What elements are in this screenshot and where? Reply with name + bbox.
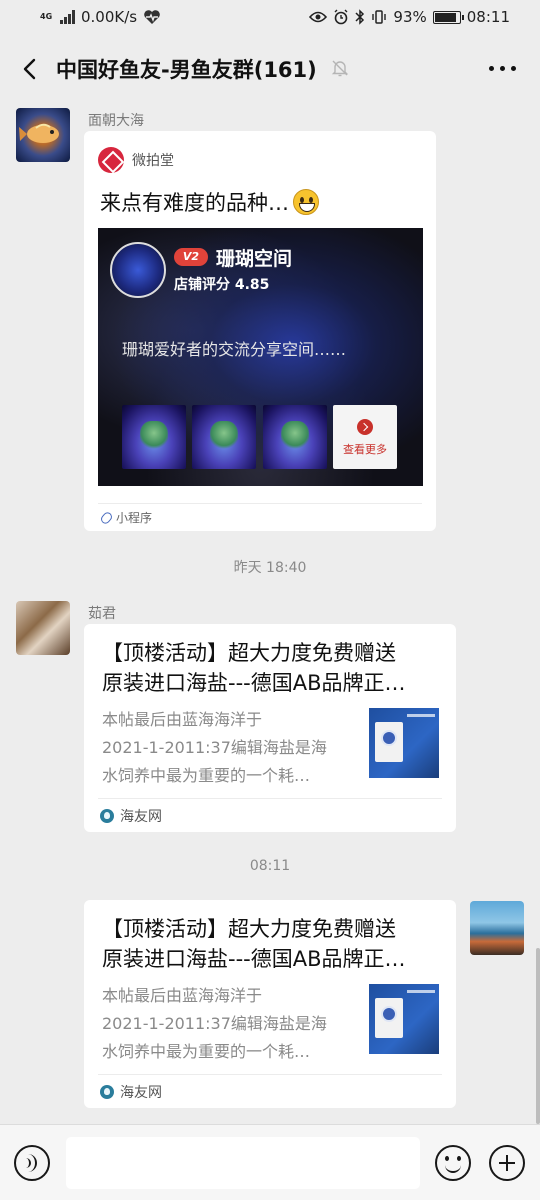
bluetooth-icon [355, 9, 365, 25]
vip-badge: V2 [174, 248, 208, 266]
avatar[interactable] [16, 108, 70, 162]
message-input[interactable] [66, 1137, 420, 1189]
shop-name: 珊瑚空间 [216, 248, 293, 270]
eye-icon [309, 11, 328, 23]
article-footer: 海友网 [100, 806, 162, 826]
my-avatar[interactable] [470, 901, 524, 955]
article-title-line: 【顶楼活动】超大力度免费赠送 [102, 917, 396, 941]
article-description: 本帖最后由蓝海海洋于 2021-1-2011:37编辑海盐是海 水饲养中最为重要… [102, 982, 352, 1066]
network-type-icon: 4G [40, 12, 53, 21]
article-desc-line: 水饲养中最为重要的一个耗… [102, 1042, 311, 1061]
mini-program-card[interactable]: 微拍堂 来点有难度的品种… V2 珊瑚空间 店铺评分 4.85 珊瑚爱好者的交流… [84, 131, 436, 531]
scrollbar[interactable] [536, 948, 540, 1124]
article-title-line: 【顶楼活动】超大力度免费赠送 [102, 641, 396, 665]
article-desc-line: 2021-1-2011:37编辑海盐是海 [102, 1014, 327, 1033]
article-desc-line: 水饲养中最为重要的一个耗… [102, 766, 311, 785]
shop-logo-icon [110, 242, 166, 298]
article-desc-line: 本帖最后由蓝海海洋于 [102, 986, 263, 1005]
coral-thumbnail[interactable] [263, 405, 327, 469]
chevron-right-icon [357, 419, 373, 435]
haiyouwang-logo-icon [100, 809, 114, 823]
heart-rate-icon [144, 10, 160, 24]
emoji-icon[interactable] [435, 1145, 471, 1181]
chat-title: 中国好鱼友-男鱼友群(161) [56, 58, 317, 82]
article-thumbnail [369, 708, 439, 778]
article-title: 【顶楼活动】超大力度免费赠送 原装进口海盐---德国AB品牌正… [102, 914, 438, 974]
article-card[interactable]: 【顶楼活动】超大力度免费赠送 原装进口海盐---德国AB品牌正… 本帖最后由蓝海… [84, 900, 456, 1108]
battery-icon [432, 10, 464, 24]
more-options-icon[interactable] [489, 66, 516, 71]
article-footer: 海友网 [100, 1082, 162, 1102]
clock: 08:11 [466, 8, 510, 26]
article-source: 海友网 [120, 1085, 162, 1101]
battery-percent: 93% [393, 8, 427, 26]
article-thumbnail [369, 984, 439, 1054]
mini-program-label: 小程序 [116, 511, 153, 525]
fish-photo-icon [19, 123, 59, 143]
article-desc-line: 2021-1-2011:37编辑海盐是海 [102, 738, 327, 757]
mini-program-source: 微拍堂 [132, 153, 174, 169]
mini-program-footer: 小程序 [100, 509, 152, 526]
shop-banner[interactable]: V2 珊瑚空间 店铺评分 4.85 珊瑚爱好者的交流分享空间…… 查看更多 [98, 228, 423, 486]
mini-program-title-text: 来点有难度的品种… [100, 191, 289, 215]
mute-bell-icon [331, 60, 349, 77]
coral-thumbnail[interactable] [192, 405, 256, 469]
see-more-label: 查看更多 [343, 443, 387, 456]
sender-name: 茹君 [88, 606, 116, 622]
input-bar [0, 1124, 540, 1200]
article-card[interactable]: 【顶楼活动】超大力度免费赠送 原装进口海盐---德国AB品牌正… 本帖最后由蓝海… [84, 624, 456, 832]
signal-icon [60, 10, 75, 24]
sender-name: 面朝大海 [88, 113, 144, 129]
haiyouwang-logo-icon [100, 1085, 114, 1099]
divider [98, 503, 422, 504]
network-speed: 0.00K/s [81, 8, 138, 26]
shop-rating: 店铺评分 4.85 [174, 277, 270, 293]
article-title-line: 原装进口海盐---德国AB品牌正… [102, 671, 406, 695]
shop-description: 珊瑚爱好者的交流分享空间…… [122, 340, 347, 359]
grinning-emoji-icon [293, 189, 319, 215]
vibrate-icon [372, 10, 387, 24]
back-arrow-icon[interactable] [16, 54, 46, 84]
coral-thumbnail[interactable] [122, 405, 186, 469]
voice-input-icon[interactable] [14, 1145, 50, 1181]
add-more-icon[interactable] [489, 1145, 525, 1181]
mini-program-icon [100, 512, 112, 524]
divider [98, 798, 442, 799]
mini-program-title: 来点有难度的品种… [100, 187, 319, 217]
article-desc-line: 本帖最后由蓝海海洋于 [102, 710, 263, 729]
article-title-line: 原装进口海盐---德国AB品牌正… [102, 947, 406, 971]
article-title: 【顶楼活动】超大力度免费赠送 原装进口海盐---德国AB品牌正… [102, 638, 438, 698]
status-bar: 4G 0.00K/s 93% 08:11 [0, 0, 540, 36]
message-timestamp: 08:11 [249, 858, 291, 874]
divider [98, 1074, 442, 1075]
avatar[interactable] [16, 601, 70, 655]
alarm-icon [334, 9, 348, 25]
article-source: 海友网 [120, 809, 162, 825]
article-description: 本帖最后由蓝海海洋于 2021-1-2011:37编辑海盐是海 水饲养中最为重要… [102, 706, 352, 790]
message-timestamp: 昨天 18:40 [233, 560, 307, 576]
see-more-button[interactable]: 查看更多 [333, 405, 397, 469]
weipaitang-logo-icon [98, 147, 124, 173]
chat-header: 中国好鱼友-男鱼友群(161) [0, 36, 540, 102]
